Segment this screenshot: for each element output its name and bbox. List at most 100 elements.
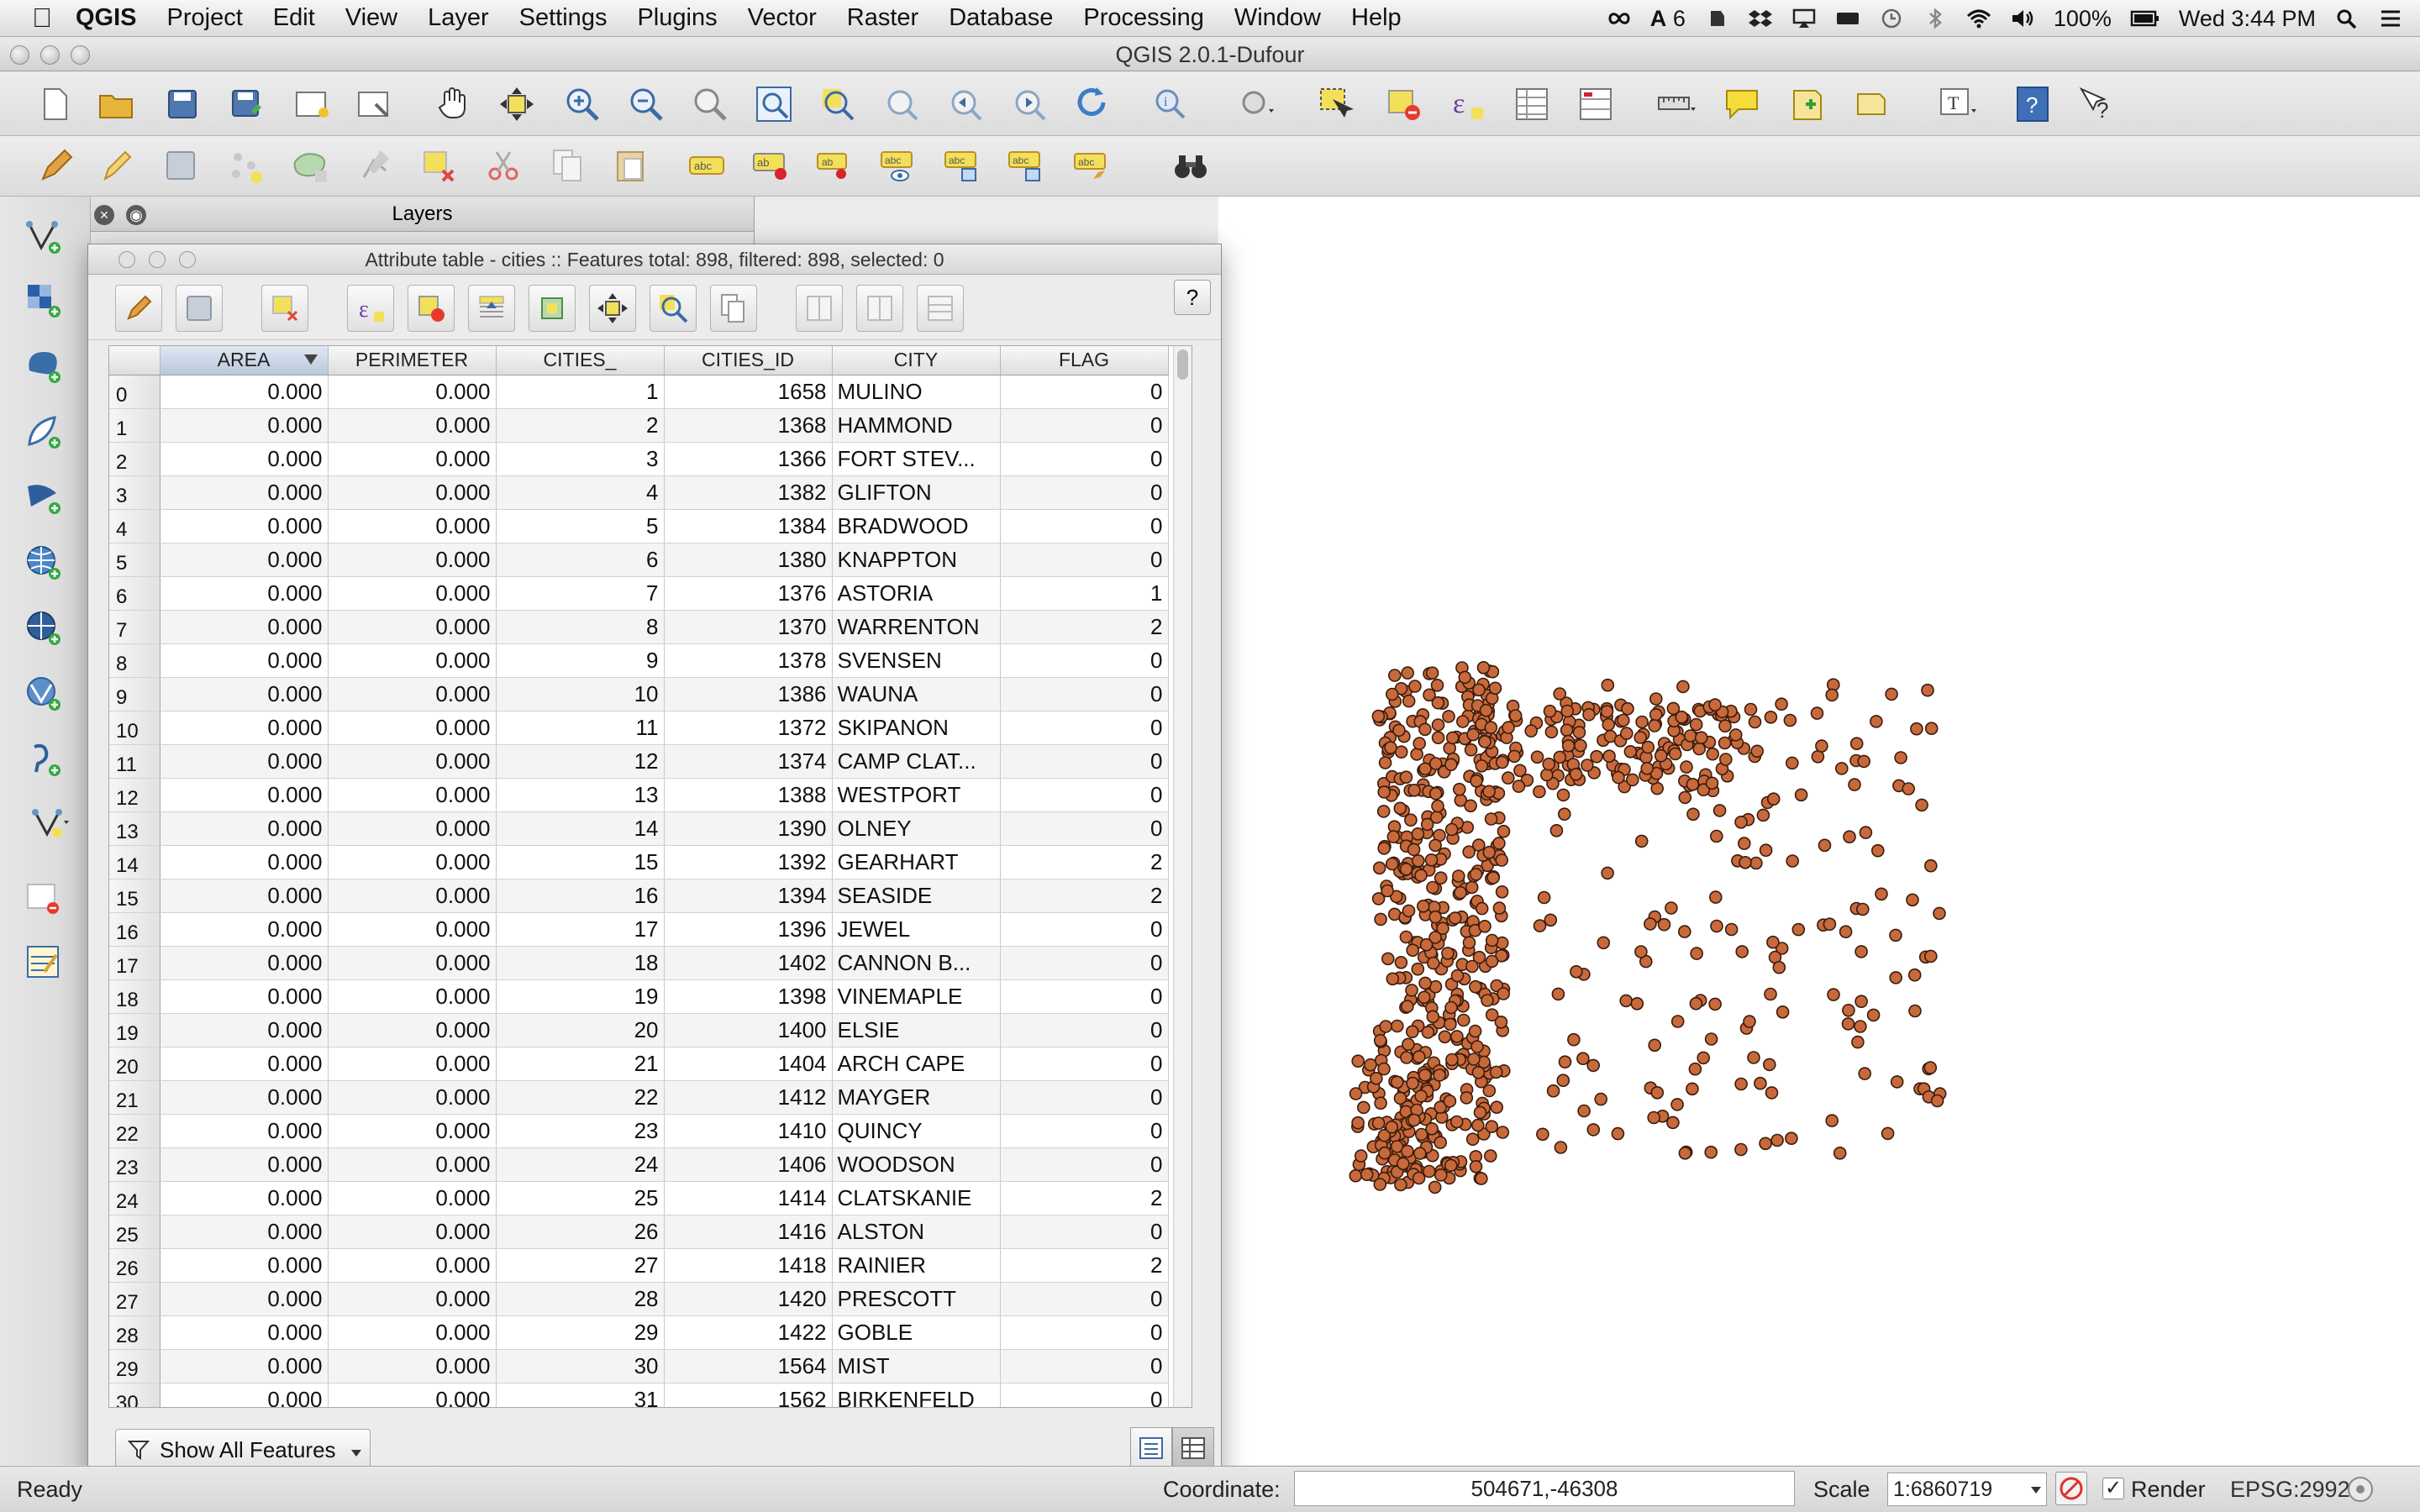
table-cell[interactable]: 0.000 xyxy=(328,979,497,1014)
row-number[interactable]: 30 xyxy=(109,1383,160,1407)
table-cell-city[interactable]: RAINIER xyxy=(832,1248,1001,1283)
infinity-icon[interactable] xyxy=(1607,8,1632,29)
table-cell[interactable]: 1404 xyxy=(664,1047,833,1081)
window-zoom-button[interactable] xyxy=(71,45,90,65)
table-cell[interactable]: 1390 xyxy=(664,811,833,846)
column-header-area[interactable]: AREA xyxy=(160,346,329,375)
add-wms-layer-icon[interactable] xyxy=(20,539,66,585)
row-number[interactable]: 17 xyxy=(109,946,160,980)
add-postgis-layer-icon[interactable] xyxy=(20,343,66,388)
statistics-icon[interactable] xyxy=(1573,81,1618,127)
table-cell[interactable]: 0 xyxy=(1000,1215,1169,1249)
table-cell[interactable]: 10 xyxy=(496,677,665,711)
table-cell[interactable]: 0 xyxy=(1000,1013,1169,1047)
menu-window[interactable]: Window xyxy=(1234,4,1321,32)
table-cell[interactable]: 0.000 xyxy=(328,1215,497,1249)
table-row[interactable]: 30 0.000 0.000 31 1562 BIRKENFELD 0 xyxy=(109,1383,1169,1407)
row-number[interactable]: 24 xyxy=(109,1181,160,1215)
table-cell[interactable]: 0 xyxy=(1000,442,1169,476)
gps-binoculars-icon[interactable] xyxy=(1168,143,1213,188)
table-scrollbar-thumb[interactable] xyxy=(1177,349,1188,380)
table-cell[interactable]: 0.000 xyxy=(160,744,329,779)
add-spatialite-layer-icon[interactable] xyxy=(20,408,66,454)
row-number[interactable]: 8 xyxy=(109,643,160,678)
delete-selected-icon[interactable] xyxy=(417,143,462,188)
measure-icon[interactable] xyxy=(1647,81,1707,127)
table-cell[interactable]: 24 xyxy=(496,1147,665,1182)
select-features-icon[interactable] xyxy=(1307,81,1368,127)
zoom-in-icon[interactable] xyxy=(560,81,605,127)
zoom-to-selected-icon[interactable] xyxy=(650,285,697,332)
table-cell-city[interactable]: VINEMAPLE xyxy=(832,979,1001,1014)
airplay-icon[interactable] xyxy=(1791,8,1817,29)
table-cell-city[interactable]: WAUNA xyxy=(832,677,1001,711)
save-as-icon[interactable] xyxy=(224,81,269,127)
deselect-icon[interactable] xyxy=(1381,81,1427,127)
new-shapefile-layer-icon[interactable] xyxy=(20,801,81,847)
table-cell[interactable]: 1416 xyxy=(664,1215,833,1249)
table-cell-city[interactable]: QUINCY xyxy=(832,1114,1001,1148)
table-cell[interactable]: 7 xyxy=(496,576,665,611)
table-cell[interactable]: 0.000 xyxy=(160,509,329,543)
table-cell[interactable]: 0 xyxy=(1000,1349,1169,1383)
table-cell[interactable]: 1420 xyxy=(664,1282,833,1316)
table-cell[interactable]: 0.000 xyxy=(160,979,329,1014)
table-vertical-scrollbar[interactable] xyxy=(1173,346,1192,1407)
table-cell[interactable]: 0 xyxy=(1000,778,1169,812)
table-row[interactable]: 1 0.000 0.000 2 1368 HAMMOND 0 xyxy=(109,408,1169,443)
table-cell-city[interactable]: GOBLE xyxy=(832,1315,1001,1350)
attr-window-minimize-button[interactable] xyxy=(149,251,166,268)
table-cell[interactable]: 0 xyxy=(1000,1080,1169,1115)
column-header-flag[interactable]: FLAG xyxy=(1000,346,1169,375)
row-number[interactable]: 7 xyxy=(109,610,160,644)
table-row[interactable]: 24 0.000 0.000 25 1414 CLATSKANIE 2 xyxy=(109,1181,1169,1215)
table-row[interactable]: 19 0.000 0.000 20 1400 ELSIE 0 xyxy=(109,1013,1169,1047)
table-cell[interactable]: 0.000 xyxy=(160,643,329,678)
table-cell[interactable]: 1414 xyxy=(664,1181,833,1215)
menu-settings[interactable]: Settings xyxy=(519,4,608,32)
table-cell[interactable]: 0.000 xyxy=(160,1147,329,1182)
table-cell-city[interactable]: FORT STEV... xyxy=(832,442,1001,476)
table-cell[interactable]: 0.000 xyxy=(328,576,497,611)
row-number[interactable]: 26 xyxy=(109,1248,160,1283)
row-header-corner[interactable] xyxy=(109,346,160,375)
table-cell[interactable]: 0.000 xyxy=(328,778,497,812)
table-row[interactable]: 4 0.000 0.000 5 1384 BRADWOOD 0 xyxy=(109,509,1169,543)
map-canvas[interactable] xyxy=(1218,197,2420,1465)
table-cell[interactable]: 1562 xyxy=(664,1383,833,1407)
row-number[interactable]: 29 xyxy=(109,1349,160,1383)
menu-raster[interactable]: Raster xyxy=(847,4,918,32)
table-row[interactable]: 20 0.000 0.000 21 1404 ARCH CAPE 0 xyxy=(109,1047,1169,1081)
zoom-to-layer-icon[interactable] xyxy=(879,81,924,127)
notification-center-icon[interactable] xyxy=(2378,8,2403,29)
show-bookmarks-icon[interactable] xyxy=(1849,81,1894,127)
row-number[interactable]: 4 xyxy=(109,509,160,543)
table-cell[interactable]: 0.000 xyxy=(160,1315,329,1350)
table-cell[interactable]: 0 xyxy=(1000,1383,1169,1407)
table-cell[interactable]: 8 xyxy=(496,610,665,644)
column-header-perimeter[interactable]: PERIMETER xyxy=(328,346,497,375)
table-cell[interactable]: 0.000 xyxy=(328,912,497,947)
table-cell-city[interactable]: BRADWOOD xyxy=(832,509,1001,543)
rotate-label-icon[interactable]: abc xyxy=(939,143,985,188)
row-number[interactable]: 22 xyxy=(109,1114,160,1148)
table-cell[interactable]: 0.000 xyxy=(328,845,497,879)
add-wfs-layer-icon[interactable] xyxy=(20,670,66,716)
table-cell[interactable]: 17 xyxy=(496,912,665,947)
table-cell-city[interactable]: CLATSKANIE xyxy=(832,1181,1001,1215)
coordinate-field[interactable]: 504671,-46308 xyxy=(1294,1471,1795,1506)
row-number[interactable]: 18 xyxy=(109,979,160,1014)
new-bookmark-icon[interactable] xyxy=(1785,81,1830,127)
table-cell[interactable]: 0.000 xyxy=(160,1013,329,1047)
table-cell-city[interactable]: KNAPPTON xyxy=(832,543,1001,577)
table-cell[interactable]: 6 xyxy=(496,543,665,577)
table-cell[interactable]: 0.000 xyxy=(160,1349,329,1383)
open-field-calculator-icon[interactable] xyxy=(917,285,964,332)
table-cell[interactable]: 1386 xyxy=(664,677,833,711)
table-cell[interactable]: 0 xyxy=(1000,711,1169,745)
table-cell[interactable]: 2 xyxy=(496,408,665,443)
table-cell[interactable]: 0.000 xyxy=(328,375,497,409)
scale-combobox[interactable]: 1:6860719 xyxy=(1887,1473,2047,1506)
table-cell-city[interactable]: ASTORIA xyxy=(832,576,1001,611)
apple-menu-icon[interactable]:  xyxy=(17,3,67,34)
